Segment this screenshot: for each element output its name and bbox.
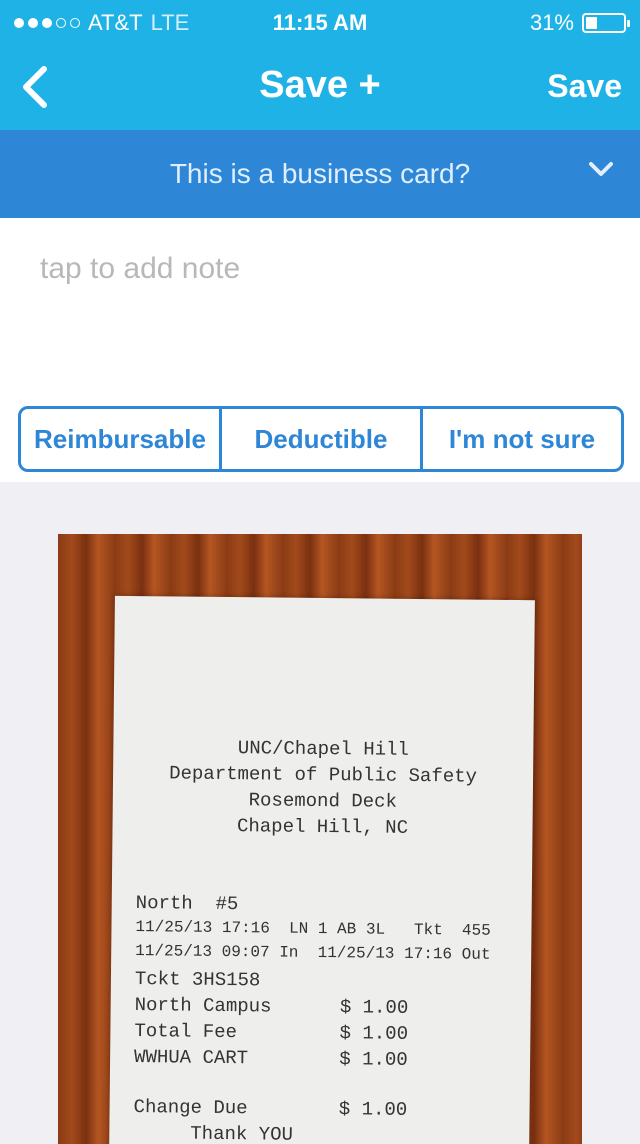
reimbursable-button[interactable]: Reimbursable xyxy=(21,409,222,469)
receipt-line: WWHUA CART $ 1.00 xyxy=(133,1046,408,1071)
receipt-line: Total Fee $ 1.00 xyxy=(134,1020,409,1045)
banner-text: This is a business card? xyxy=(169,158,471,189)
deductible-button[interactable]: Deductible xyxy=(222,409,423,469)
not-sure-button[interactable]: I'm not sure xyxy=(423,409,621,469)
business-card-banner[interactable]: This is a business card? xyxy=(0,130,640,218)
receipt-line: North #5 xyxy=(135,892,239,916)
receipt-header-line: UNC/Chapel Hill xyxy=(237,737,409,761)
receipt-line: Thank YOU xyxy=(133,1122,294,1144)
receipt-line: 11/25/13 09:07 In 11/25/13 17:16 Out xyxy=(135,942,491,964)
battery-percent: 31% xyxy=(529,10,574,35)
receipt-image[interactable]: UNC/Chapel Hill Department of Public Saf… xyxy=(58,534,582,1144)
receipt-line: 11/25/13 17:16 LN 1 AB 3L Tkt 455 xyxy=(135,918,491,940)
receipt-header-line: Chapel Hill, NC xyxy=(236,815,409,839)
receipt-line: North Campus $ 1.00 xyxy=(134,994,409,1019)
receipt-header-line: Rosemond Deck xyxy=(248,789,398,813)
navigation-bar: Save + Save xyxy=(0,44,640,130)
battery-icon xyxy=(582,13,630,33)
receipt-line: Change Due $ 1.00 xyxy=(133,1096,408,1121)
note-section: Reimbursable Deductible I'm not sure xyxy=(0,218,640,482)
chevron-down-icon xyxy=(589,162,613,176)
battery-fill xyxy=(586,17,598,29)
receipt-header-line: Department of Public Safety xyxy=(169,762,478,788)
save-button[interactable]: Save xyxy=(547,68,622,105)
receipt-section: UNC/Chapel Hill Department of Public Saf… xyxy=(0,482,640,1144)
receipt-paper: UNC/Chapel Hill Department of Public Saf… xyxy=(109,595,535,1144)
status-bar: AT&T LTE 11:15 AM 31% xyxy=(0,0,640,44)
status-right: 31% xyxy=(529,10,630,36)
expense-type-selector: Reimbursable Deductible I'm not sure xyxy=(18,406,624,472)
page-title: Save + xyxy=(259,64,381,106)
note-input[interactable] xyxy=(38,238,602,300)
receipt-line: Tckt 3HS158 xyxy=(134,968,261,992)
